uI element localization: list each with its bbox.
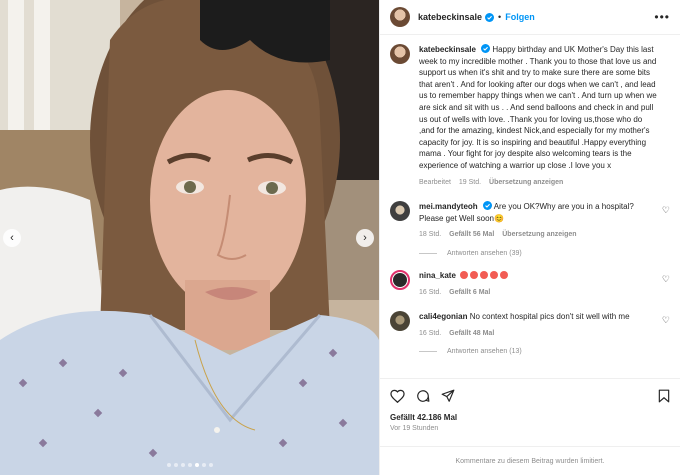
- post-actions: Gefällt 42.186 Mal Vor 19 Stunden: [380, 378, 680, 432]
- caption-username[interactable]: katebeckinsale: [419, 45, 476, 54]
- commenter-username[interactable]: cali4egonian: [419, 312, 467, 321]
- post-time: Vor 19 Stunden: [390, 425, 439, 432]
- carousel-dot: [173, 463, 178, 467]
- view-replies-button[interactable]: Antworten ansehen (39): [419, 250, 670, 257]
- carousel-dot: [180, 463, 185, 467]
- replies-label[interactable]: Antworten ansehen (39): [447, 250, 522, 257]
- author-username[interactable]: katebeckinsale: [418, 12, 482, 22]
- post-header: katebeckinsale • Folgen •••: [380, 0, 680, 35]
- comment-icon[interactable]: [416, 389, 430, 403]
- author-avatar[interactable]: [390, 7, 410, 27]
- selfie-image: [0, 0, 379, 475]
- comment-text: No context hospital pics don't sit well …: [469, 312, 630, 322]
- comment-likes[interactable]: Gefällt 56 Mal: [449, 231, 494, 238]
- separator-dot: •: [498, 12, 502, 22]
- replies-label[interactable]: Antworten ansehen (13): [447, 348, 522, 355]
- heart-icon[interactable]: ♡: [662, 205, 670, 216]
- bookmark-icon[interactable]: [658, 389, 670, 403]
- carousel-indicator: [0, 463, 379, 467]
- comment-meta: 16 Std. Gefällt 6 Mal: [419, 287, 644, 299]
- emoji-icon: [490, 270, 499, 279]
- carousel-dot-active: [194, 463, 199, 467]
- edited-label: Bearbeitet: [419, 178, 451, 186]
- caption-time: 19 Std.: [458, 178, 482, 186]
- commenter-username[interactable]: nina_kate: [419, 271, 456, 280]
- commenter-avatar[interactable]: [390, 201, 410, 222]
- commenter-username[interactable]: mei.mandyteoh: [419, 202, 478, 211]
- post-caption: katebeckinsale Happy birthday and UK Mot…: [390, 44, 670, 188]
- carousel-dot: [201, 463, 206, 467]
- emoji-icon: [480, 270, 489, 279]
- verified-icon: [485, 12, 495, 22]
- chevron-left-icon: ‹: [10, 231, 14, 244]
- emoji-icon: [470, 270, 479, 279]
- emoji-icon: [500, 270, 509, 279]
- replies-line: [419, 252, 437, 254]
- verified-icon: [482, 201, 492, 211]
- follow-button[interactable]: Folgen: [505, 12, 535, 22]
- post-sidebar: katebeckinsale • Folgen ••• katebeckinsa…: [379, 0, 680, 475]
- view-replies-button[interactable]: Antworten ansehen (13): [419, 348, 670, 355]
- more-icon[interactable]: •••: [654, 10, 670, 24]
- chevron-right-icon: ›: [363, 231, 367, 244]
- carousel-dot: [166, 463, 171, 467]
- caption-meta: Bearbeitet 19 Std. Übersetzung anzeigen: [419, 177, 659, 189]
- replies-line: [419, 351, 437, 353]
- comment-time: 16 Std.: [419, 329, 442, 337]
- comment-likes[interactable]: Gefällt 48 Mal: [449, 330, 494, 337]
- verified-icon: [481, 44, 491, 53]
- comment-time: 18 Std.: [419, 231, 442, 239]
- comment-item: mei.mandyteoh Are you OK?Why are you in …: [390, 201, 670, 241]
- caption-text: Happy birthday and UK Mother's Day this …: [419, 45, 657, 170]
- comment-meta: 18 Std. Gefällt 56 Mal Übersetzung anzei…: [419, 229, 644, 241]
- comments-list: katebeckinsale Happy birthday and UK Mot…: [380, 36, 680, 377]
- comment-time: 16 Std.: [419, 288, 442, 296]
- heart-icon[interactable]: ♡: [662, 274, 670, 285]
- post-photo[interactable]: ‹ ›: [0, 0, 379, 475]
- comment-likes[interactable]: Gefällt 6 Mal: [449, 289, 490, 296]
- next-image-button[interactable]: ›: [356, 229, 374, 247]
- likes-count[interactable]: Gefällt 42.186 Mal: [390, 413, 670, 422]
- comments-limited-notice: Kommentare zu diesem Beitrag wurden limi…: [380, 446, 680, 475]
- carousel-dot: [208, 463, 213, 467]
- translate-link[interactable]: Übersetzung anzeigen: [502, 231, 576, 238]
- share-icon[interactable]: [441, 389, 455, 403]
- commenter-avatar[interactable]: [390, 269, 410, 290]
- carousel-dot: [187, 463, 192, 467]
- emoji-icon: [460, 270, 469, 279]
- author-avatar[interactable]: [390, 44, 410, 64]
- comment-item: nina_kate 16 Std. Gefällt 6 Mal ♡: [390, 269, 670, 299]
- translate-link[interactable]: Übersetzung anzeigen: [489, 179, 563, 186]
- heart-icon[interactable]: [390, 389, 405, 403]
- comment-emoji-text: [458, 270, 510, 280]
- previous-image-button[interactable]: ‹: [3, 229, 21, 247]
- comment-item: cali4egonian No context hospital pics do…: [390, 311, 670, 339]
- commenter-avatar[interactable]: [390, 311, 410, 332]
- heart-icon[interactable]: ♡: [662, 315, 670, 326]
- comment-meta: 16 Std. Gefällt 48 Mal: [419, 328, 644, 340]
